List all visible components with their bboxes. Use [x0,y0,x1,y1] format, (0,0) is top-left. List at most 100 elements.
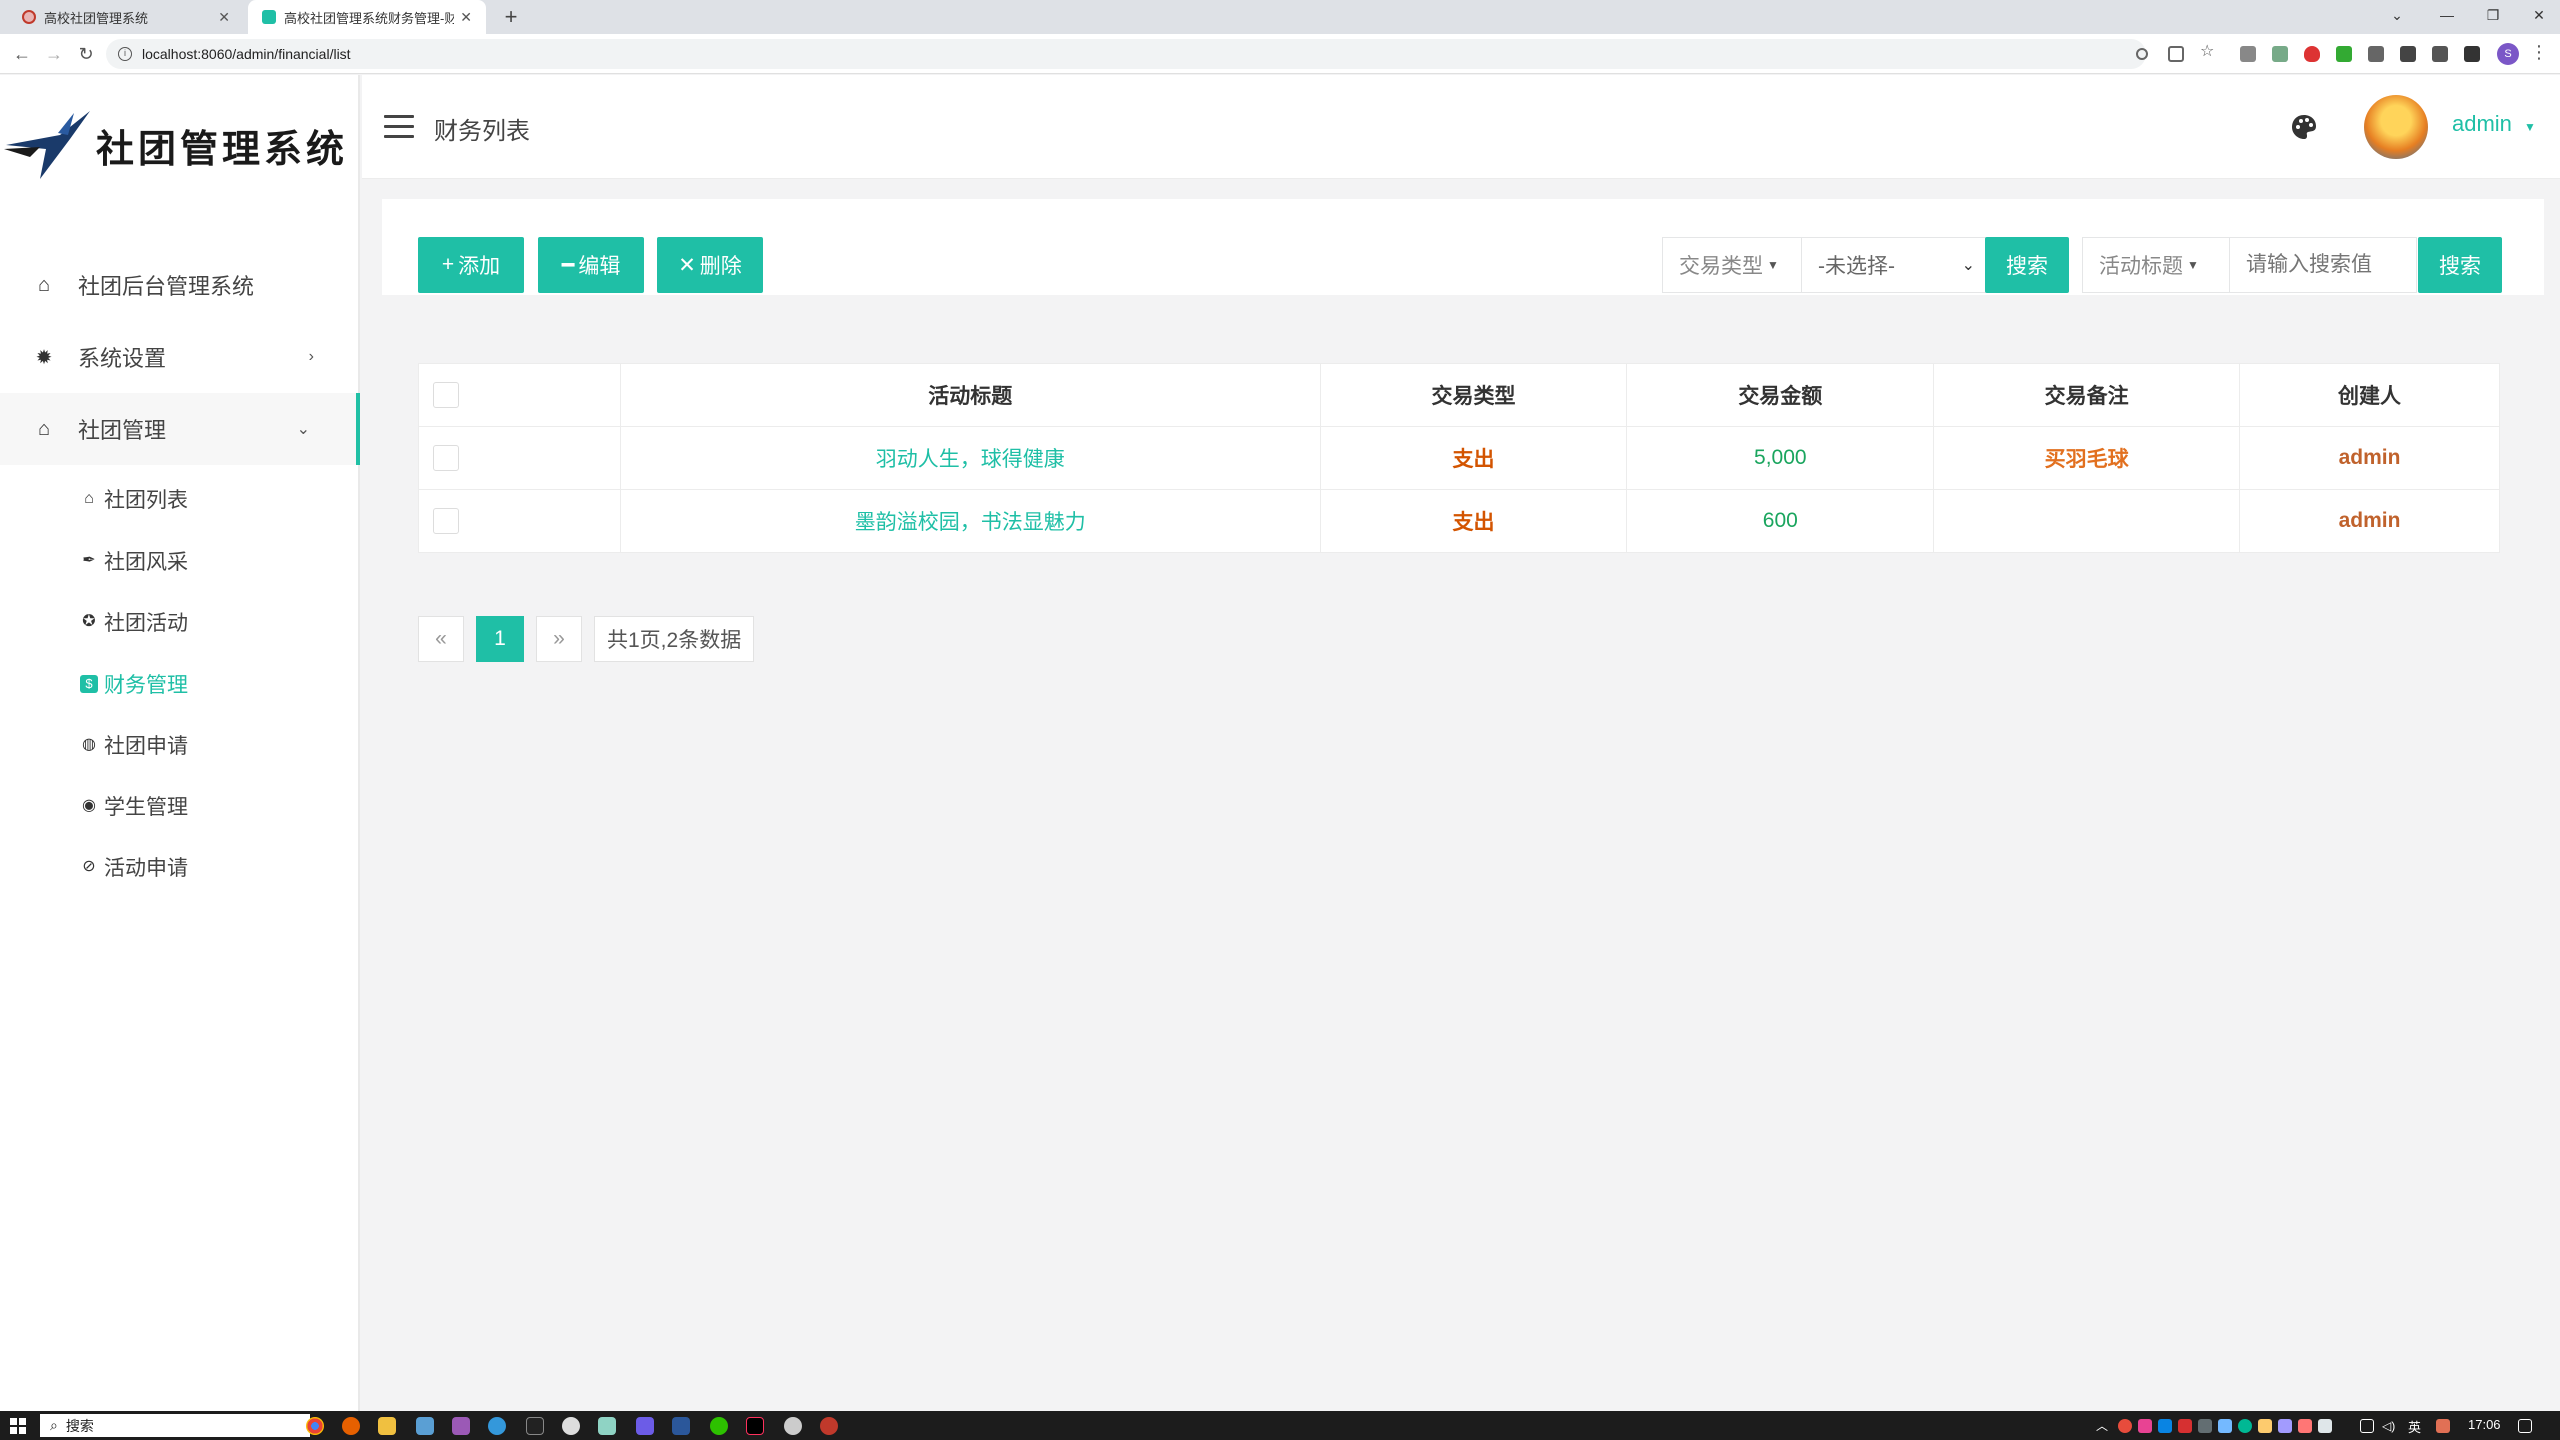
page-1-button[interactable]: 1 [476,616,524,662]
minimize-button[interactable]: — [2424,0,2470,34]
terminal-icon[interactable] [526,1417,544,1435]
new-tab-button[interactable]: + [498,4,524,30]
url-field[interactable]: i localhost:8060/admin/financial/list [106,39,2146,69]
tray-icon[interactable] [2158,1419,2172,1433]
firefox-icon[interactable] [342,1417,360,1435]
extension-icon[interactable] [2336,46,2352,62]
copy-icon[interactable] [2368,46,2384,62]
sidebar-subitem-students[interactable]: ◉ 学生管理 [80,776,188,836]
forward-icon[interactable]: → [42,42,66,66]
sidebar-subitem-club-application[interactable]: ◍ 社团申请 [80,715,188,775]
sidepanel-icon[interactable] [2464,46,2480,62]
word-icon[interactable] [672,1417,690,1435]
app-icon[interactable] [488,1417,506,1435]
prev-page-button[interactable]: « [418,616,464,662]
tray-icon[interactable] [2298,1419,2312,1433]
add-button[interactable]: + 添加 [418,237,524,293]
select-all-checkbox[interactable] [433,382,459,408]
column-header[interactable]: 创建人 [2239,363,2500,427]
tray-icon[interactable] [2278,1419,2292,1433]
app-icon[interactable] [452,1417,470,1435]
table-row[interactable]: 羽动人生，球得健康 支出 5,000 买羽毛球 admin [418,426,2500,490]
delete-button[interactable]: ✕ 删除 [657,237,763,293]
shield-icon[interactable] [2304,46,2320,62]
sidebar-subitem-finance[interactable]: $ 财务管理 [80,654,188,714]
notes-icon[interactable] [598,1417,616,1435]
sidebar-subitem-activity-application[interactable]: ⊘ 活动申请 [80,837,188,897]
sidebar-subitem-club-style[interactable]: ✒ 社团风采 [80,531,188,591]
profile-avatar[interactable]: S [2497,43,2519,65]
activity-title-filter-dropdown[interactable]: 活动标题 ▼ [2082,237,2230,293]
notification-icon[interactable] [2518,1419,2532,1433]
close-window-button[interactable]: ✕ [2516,0,2560,34]
tray-icon[interactable] [2258,1419,2272,1433]
app-icon[interactable] [416,1417,434,1435]
browser-tab-1[interactable]: 高校社团管理系统 ✕ [8,0,244,34]
search-input[interactable] [2229,237,2417,293]
transaction-type-filter-dropdown[interactable]: 交易类型 ▼ [1662,237,1802,293]
sidebar-item-club-management[interactable]: ⌂ 社团管理 ⌄ [0,393,360,465]
site-info-icon[interactable]: i [118,47,132,61]
network-icon[interactable] [2360,1419,2374,1433]
sidebar-subitem-club-activities[interactable]: ✪ 社团活动 [80,592,188,652]
zoom-icon[interactable] [2136,48,2148,60]
chrome-icon[interactable] [306,1417,324,1435]
row-select-cell [418,489,621,553]
edit-button[interactable]: ━ 编辑 [538,237,644,293]
idea-icon[interactable] [746,1417,764,1435]
taskbar-search[interactable]: ⌕ 搜索 [40,1414,310,1437]
tray-icon[interactable] [2118,1419,2132,1433]
clock[interactable]: 17:06 [2468,1417,2501,1432]
next-page-button[interactable]: » [536,616,582,662]
app-icon[interactable] [784,1417,802,1435]
share-icon[interactable] [2168,46,2184,62]
puzzle-icon[interactable] [2400,46,2416,62]
transaction-type-select[interactable]: -未选择- ⌄ [1801,237,1986,293]
search-button-title[interactable]: 搜索 [2418,237,2502,293]
app-icon[interactable] [636,1417,654,1435]
sidebar-subitem-club-list[interactable]: ⌂ 社团列表 [80,469,188,529]
record-icon[interactable] [820,1417,838,1435]
menu-kebab-icon[interactable]: ⋮ [2530,42,2548,63]
tab-search-icon[interactable]: ⌄ [2374,0,2420,34]
wechat-icon[interactable] [710,1417,728,1435]
column-header[interactable]: 交易类型 [1319,363,1628,427]
tray-icon[interactable] [2318,1419,2332,1433]
chevron-up-icon[interactable]: ︿ [2096,1419,2110,1433]
user-menu[interactable]: admin ▼ [2452,111,2536,137]
reload-icon[interactable]: ↻ [74,42,98,66]
table-row[interactable]: 墨韵溢校园，书法显魅力 支出 600 admin [418,489,2500,553]
close-tab-icon[interactable]: ✕ [218,9,230,26]
tray-icon[interactable] [2238,1419,2252,1433]
tray-icon[interactable] [2218,1419,2232,1433]
tray-icon[interactable] [2198,1419,2212,1433]
search-button-type[interactable]: 搜索 [1985,237,2069,293]
group-icon: ⌂ [37,417,51,440]
download-icon[interactable] [2432,46,2448,62]
image-icon[interactable] [2272,46,2288,62]
column-header[interactable]: 交易备注 [1933,363,2241,427]
sidebar-item-dashboard[interactable]: ⌂ 社团后台管理系统 [0,249,360,321]
browser-tab-2[interactable]: 高校社团管理系统财务管理-财务 ✕ [248,0,486,34]
tray-icon[interactable] [2138,1419,2152,1433]
back-icon[interactable]: ← [10,42,34,66]
chat-icon[interactable] [562,1417,580,1435]
volume-icon[interactable]: ◁) [2382,1419,2396,1433]
row-checkbox[interactable] [433,445,459,471]
camera-icon[interactable] [2240,46,2256,62]
column-header[interactable]: 活动标题 [619,363,1321,427]
sidebar-item-settings[interactable]: ✹ 系统设置 › [0,321,360,393]
folder-icon[interactable] [378,1417,396,1435]
bookmark-star-icon[interactable]: ☆ [2200,44,2216,60]
row-checkbox[interactable] [433,508,459,534]
close-tab-icon[interactable]: ✕ [460,9,472,26]
input-language[interactable]: 英 [2408,1417,2421,1436]
tray-icon[interactable] [2178,1419,2192,1433]
tray-icon[interactable] [2436,1419,2450,1433]
windows-start-icon[interactable] [10,1418,26,1434]
restore-button[interactable]: ❐ [2470,0,2516,34]
avatar[interactable] [2364,95,2428,159]
column-header[interactable]: 交易金额 [1626,363,1935,427]
palette-icon[interactable] [2290,113,2318,141]
hamburger-menu-icon[interactable] [384,115,414,139]
